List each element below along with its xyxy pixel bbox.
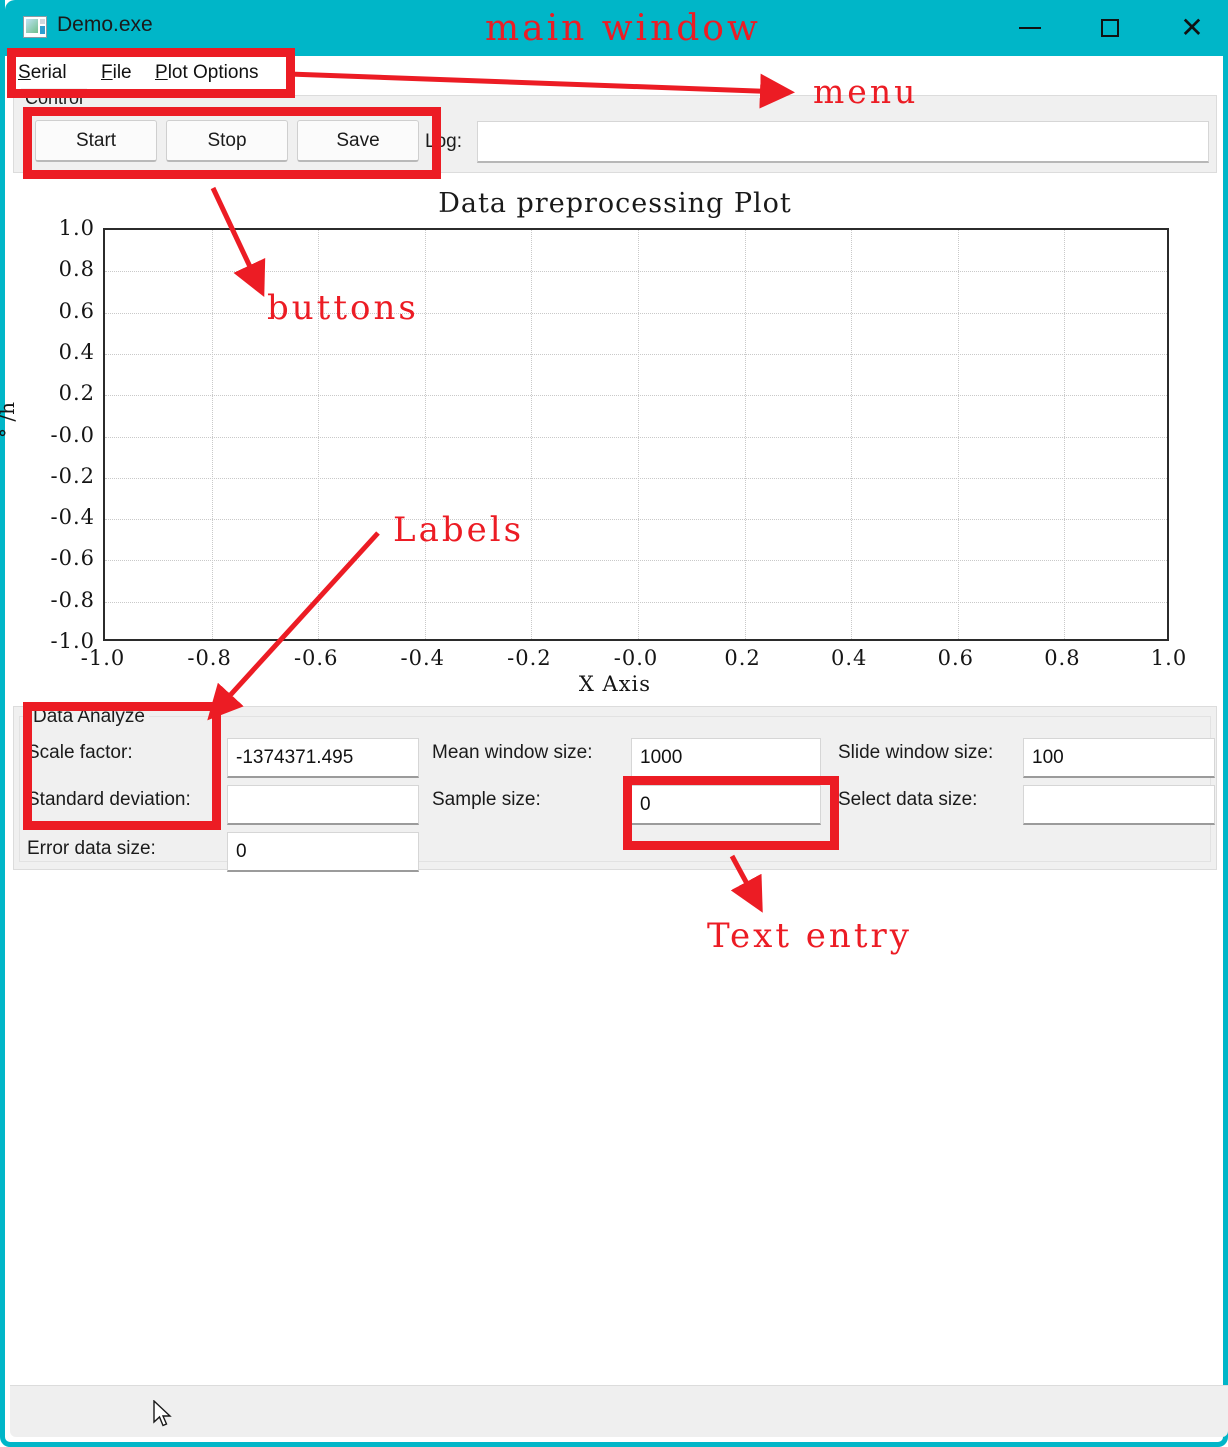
plot-y-tick: -0.2 — [50, 463, 95, 488]
plot-x-tick: 0.2 — [724, 646, 761, 670]
plot-gridline-h — [105, 436, 1167, 438]
log-input[interactable] — [477, 121, 1209, 163]
plot-title: Data preprocessing Plot — [438, 188, 792, 219]
plot-x-tick: -1.0 — [80, 646, 126, 670]
annotation-arrow-labels — [207, 531, 380, 721]
annotation-arrow-text-entry — [729, 854, 763, 913]
plot-y-tick: 0.8 — [58, 257, 95, 282]
sample-size-label: Sample size: — [432, 789, 541, 810]
annotation-label-main-window: main window — [485, 8, 761, 49]
close-icon: ✕ — [1180, 12, 1204, 43]
scale-factor-input[interactable] — [227, 738, 419, 778]
plot-x-tick: 0.6 — [937, 646, 974, 670]
main-window: Demo.exe ✕ Serial File Plot Options Cont… — [0, 0, 1228, 1447]
plot-gridline-h — [105, 519, 1167, 521]
plot-x-tick: -0.0 — [613, 646, 659, 670]
annotation-box-text-entry — [623, 776, 839, 850]
close-button[interactable]: ✕ — [1155, 0, 1228, 56]
plot-area: Data preprocessing Plot ° /h X Axis 1.00… — [0, 178, 1217, 705]
plot-x-tick: -0.2 — [507, 646, 552, 670]
mouse-cursor-icon — [153, 1400, 172, 1427]
minimize-button[interactable] — [993, 0, 1067, 56]
plot-gridline-h — [105, 353, 1167, 355]
standard-deviation-input[interactable] — [227, 785, 419, 825]
annotation-box-buttons — [23, 107, 441, 179]
plot-gridline-h — [105, 395, 1167, 397]
plot-y-tick: 0.6 — [58, 298, 95, 323]
plot-gridline-v — [531, 230, 533, 639]
plot-x-tick: 1.0 — [1150, 646, 1188, 670]
plot-y-tick: 1.0 — [58, 216, 95, 240]
annotation-label-text-entry: Text entry — [707, 916, 912, 956]
plot-gridline-v — [957, 230, 959, 639]
plot-y-tick: -0.8 — [50, 587, 95, 612]
status-bar — [10, 1385, 1228, 1437]
annotation-label-menu: menu — [813, 72, 919, 111]
plot-gridline-v — [744, 230, 746, 639]
plot-y-tick: -0.4 — [50, 505, 95, 530]
select-data-size-input[interactable] — [1023, 785, 1215, 825]
slide-window-size-label: Slide window size: — [838, 742, 994, 763]
select-data-size-label: Select data size: — [838, 789, 978, 810]
plot-y-tick: -0.6 — [50, 546, 95, 571]
maximize-button[interactable] — [1073, 0, 1147, 56]
error-data-size-label: Error data size: — [27, 838, 156, 859]
window-title: Demo.exe — [57, 13, 153, 36]
mean-window-size-label: Mean window size: — [432, 742, 593, 763]
plot-gridline-v — [424, 230, 426, 639]
error-data-size-input[interactable] — [227, 832, 419, 872]
annotation-box-labels — [23, 702, 221, 830]
plot-gridline-h — [105, 477, 1167, 479]
plot-gridline-v — [851, 230, 853, 639]
plot-gridline-h — [105, 312, 1167, 314]
plot-x-axis-label: X Axis — [578, 672, 652, 696]
mean-window-size-input[interactable] — [631, 738, 821, 778]
plot-y-tick: 0.2 — [58, 381, 95, 406]
annotation-arrow-buttons — [210, 186, 266, 298]
plot-x-tick: 0.4 — [830, 646, 868, 670]
annotation-label-labels: Labels — [393, 510, 525, 550]
plot-y-tick: -0.0 — [50, 422, 95, 447]
annotation-arrow-menu — [288, 71, 795, 109]
app-window-icon — [23, 16, 47, 38]
annotation-box-menu — [7, 48, 295, 98]
plot-gridline-v — [1064, 230, 1066, 639]
plot-gridline-v — [638, 230, 639, 639]
slide-window-size-input[interactable] — [1023, 738, 1215, 778]
plot-x-tick: 0.8 — [1044, 646, 1081, 670]
plot-y-tick: 0.4 — [58, 339, 95, 364]
